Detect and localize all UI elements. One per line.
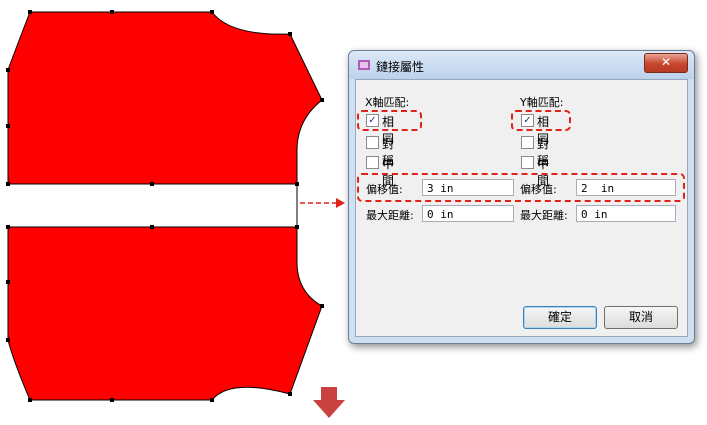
y-maxdist-label: 最大距離: [520,209,568,222]
ok-button[interactable]: 確定 [523,306,597,329]
y-maxdist-input[interactable]: 0 in [576,205,676,222]
upper-pattern-piece[interactable] [6,10,324,186]
x-maxdist-input[interactable]: 0 in [422,205,514,222]
y-middle-box [521,156,534,169]
lower-pattern-piece[interactable] [6,225,324,402]
link-properties-dialog: 鏈接屬性 ✕ X軸匹配: ✓ 相同 對稱 中間 偏移值: 3 in 最大距離: … [348,50,695,344]
dialog-titlebar[interactable]: 鏈接屬性 ✕ [349,51,694,79]
x-maxdist-label: 最大距離: [366,209,414,222]
x-middle-box [366,156,379,169]
x-symmetric-box [366,136,379,149]
y-same-highlight [511,110,571,131]
app-icon [358,60,370,70]
annotation-dashed-arrow [300,198,345,208]
cancel-button[interactable]: 取消 [604,306,678,329]
dialog-body: X軸匹配: ✓ 相同 對稱 中間 偏移值: 3 in 最大距離: 0 in Y軸… [355,79,688,337]
dialog-title: 鏈接屬性 [376,60,425,74]
down-arrow-icon [313,387,345,418]
close-button[interactable]: ✕ [644,53,688,73]
offset-row-highlight [357,173,685,202]
y-match-header: Y軸匹配: [520,96,564,109]
y-symmetric-box [521,136,534,149]
x-same-highlight [357,110,422,131]
x-match-header: X軸匹配: [365,96,410,109]
